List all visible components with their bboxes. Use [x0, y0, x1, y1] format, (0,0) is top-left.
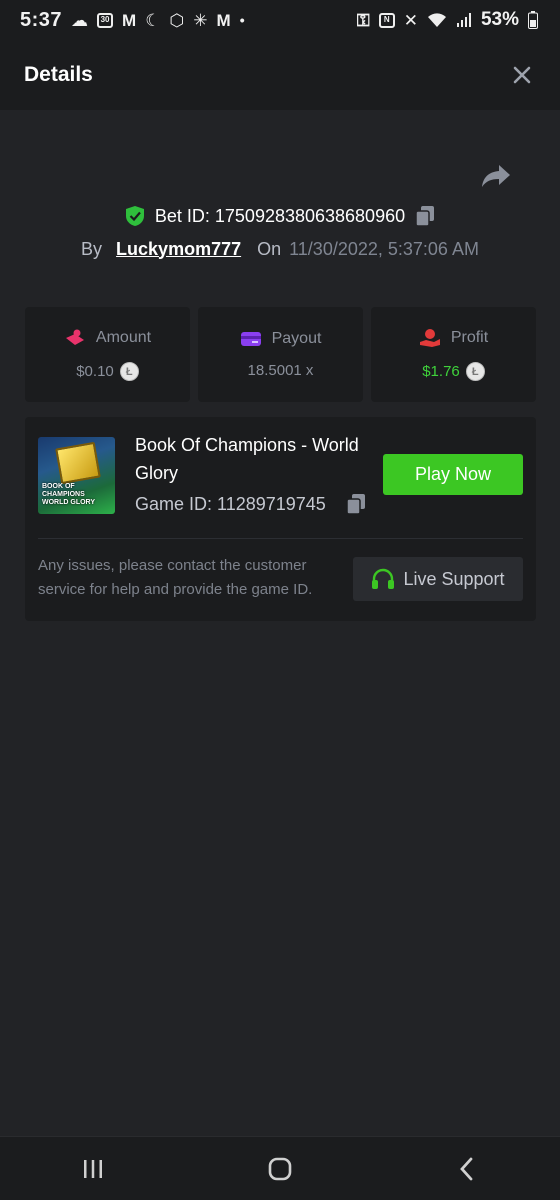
bet-stats: Amount $0.10 Ł Payout 18.5001 x Profit $… [25, 307, 536, 402]
discord-icon: ☁ [71, 10, 89, 30]
status-bar-right: ⚿ N ✕ 53% [357, 9, 538, 31]
recents-icon [84, 1159, 103, 1178]
mute-icon: ✕ [403, 10, 418, 30]
headset-icon [372, 568, 395, 589]
play-now-button[interactable]: Play Now [383, 454, 523, 495]
stat-profit-label: Profit [450, 329, 489, 346]
key-icon: ⚿ [356, 10, 370, 30]
stat-payout-head: Payout [240, 330, 322, 348]
game-id-row: Game ID: 11289719745 [135, 493, 366, 515]
amount-icon [65, 329, 84, 345]
home-button[interactable] [256, 1145, 304, 1193]
gmail-icon: M [122, 10, 137, 30]
status-bar: 5:37 ☁ 30 M ☾ ⬡ ✳ M • ⚿ N ✕ 53% [0, 0, 560, 40]
stat-payout-label: Payout [271, 330, 322, 347]
support-notice: Any issues, please contact the customer … [38, 557, 313, 598]
app-icon: ⬡ [169, 10, 185, 30]
bet-id-row: Bet ID: 1750928380638680960 [0, 202, 560, 230]
system-nav-bar [0, 1136, 560, 1200]
divider [38, 538, 523, 539]
by-label: By [81, 238, 103, 259]
stat-amount-value: $0.10 [76, 363, 114, 380]
live-support-label: Live Support [403, 568, 505, 589]
battery-icon [528, 11, 538, 29]
profit-icon [419, 329, 440, 347]
verified-shield-icon [125, 206, 144, 226]
battery-level: 53% [480, 9, 519, 30]
thumbnail-text-line-3: WORLD GLORY [42, 499, 96, 506]
stat-profit: Profit $1.76 Ł [371, 307, 536, 402]
litecoin-icon: Ł [465, 362, 485, 381]
wifi-icon [427, 13, 446, 27]
thumbnail-text-line-2: CHAMPIONS [42, 491, 85, 498]
bet-meta-row: By Luckymom777 On 11/30/2022, 5:37:06 AM [0, 235, 560, 263]
bet-datetime: 11/30/2022, 5:37:06 AM [289, 238, 479, 259]
copy-bet-id-button[interactable] [415, 205, 435, 227]
game-thumbnail[interactable]: BOOK OF CHAMPIONS WORLD GLORY [38, 437, 115, 514]
details-header: Details [0, 40, 560, 110]
close-icon [513, 66, 531, 84]
stat-profit-head: Profit [419, 328, 488, 348]
more-notifications-icon: • [239, 12, 245, 28]
page-title: Details [24, 63, 93, 86]
copy-icon [346, 494, 365, 515]
stat-amount-label: Amount [95, 329, 152, 346]
on-label: On [257, 238, 282, 259]
copy-icon [415, 206, 435, 227]
stat-amount-head: Amount [64, 328, 151, 348]
back-button[interactable] [443, 1145, 491, 1193]
card-icon [240, 332, 261, 346]
stat-payout-value-row: 18.5001 x [248, 362, 314, 379]
nfc-icon: N [378, 12, 395, 28]
stat-amount: Amount $0.10 Ł [25, 307, 190, 402]
game-id: Game ID: 11289719745 [135, 493, 326, 514]
username-link[interactable]: Luckymom777 [116, 239, 241, 260]
stat-payout: Payout 18.5001 x [198, 307, 363, 402]
moon-icon: ☾ [145, 10, 161, 30]
game-panel: BOOK OF CHAMPIONS WORLD GLORY Book Of Ch… [25, 417, 536, 621]
stat-amount-value-row: $0.10 Ł [76, 362, 139, 381]
stat-payout-value: 18.5001 x [247, 362, 314, 379]
bet-id: Bet ID: 1750928380638680960 [154, 205, 406, 226]
status-time: 5:37 [20, 8, 63, 31]
close-button[interactable] [508, 61, 536, 89]
litecoin-icon: Ł [119, 362, 139, 381]
recents-button[interactable] [69, 1145, 117, 1193]
gmail-icon-2: M [216, 10, 231, 30]
signal-icon [456, 13, 471, 27]
live-support-button[interactable]: Live Support [353, 557, 523, 601]
calendar-icon: 30 [97, 12, 114, 28]
thumbnail-text: BOOK OF CHAMPIONS WORLD GLORY [42, 483, 95, 507]
copy-game-id-button[interactable] [346, 493, 366, 515]
home-icon [268, 1157, 292, 1180]
stat-profit-value-row: $1.76 Ł [422, 362, 485, 381]
share-button[interactable] [480, 162, 512, 190]
game-title: Book Of Champions - World Glory [135, 435, 359, 483]
share-icon [482, 165, 510, 187]
back-icon [459, 1157, 473, 1180]
book-graphic [55, 441, 101, 485]
status-bar-left: 5:37 ☁ 30 M ☾ ⬡ ✳ M • [20, 9, 245, 32]
thumbnail-text-line-1: BOOK OF [42, 483, 75, 490]
stat-profit-value: $1.76 [422, 363, 460, 380]
walmart-icon: ✳ [193, 10, 208, 30]
